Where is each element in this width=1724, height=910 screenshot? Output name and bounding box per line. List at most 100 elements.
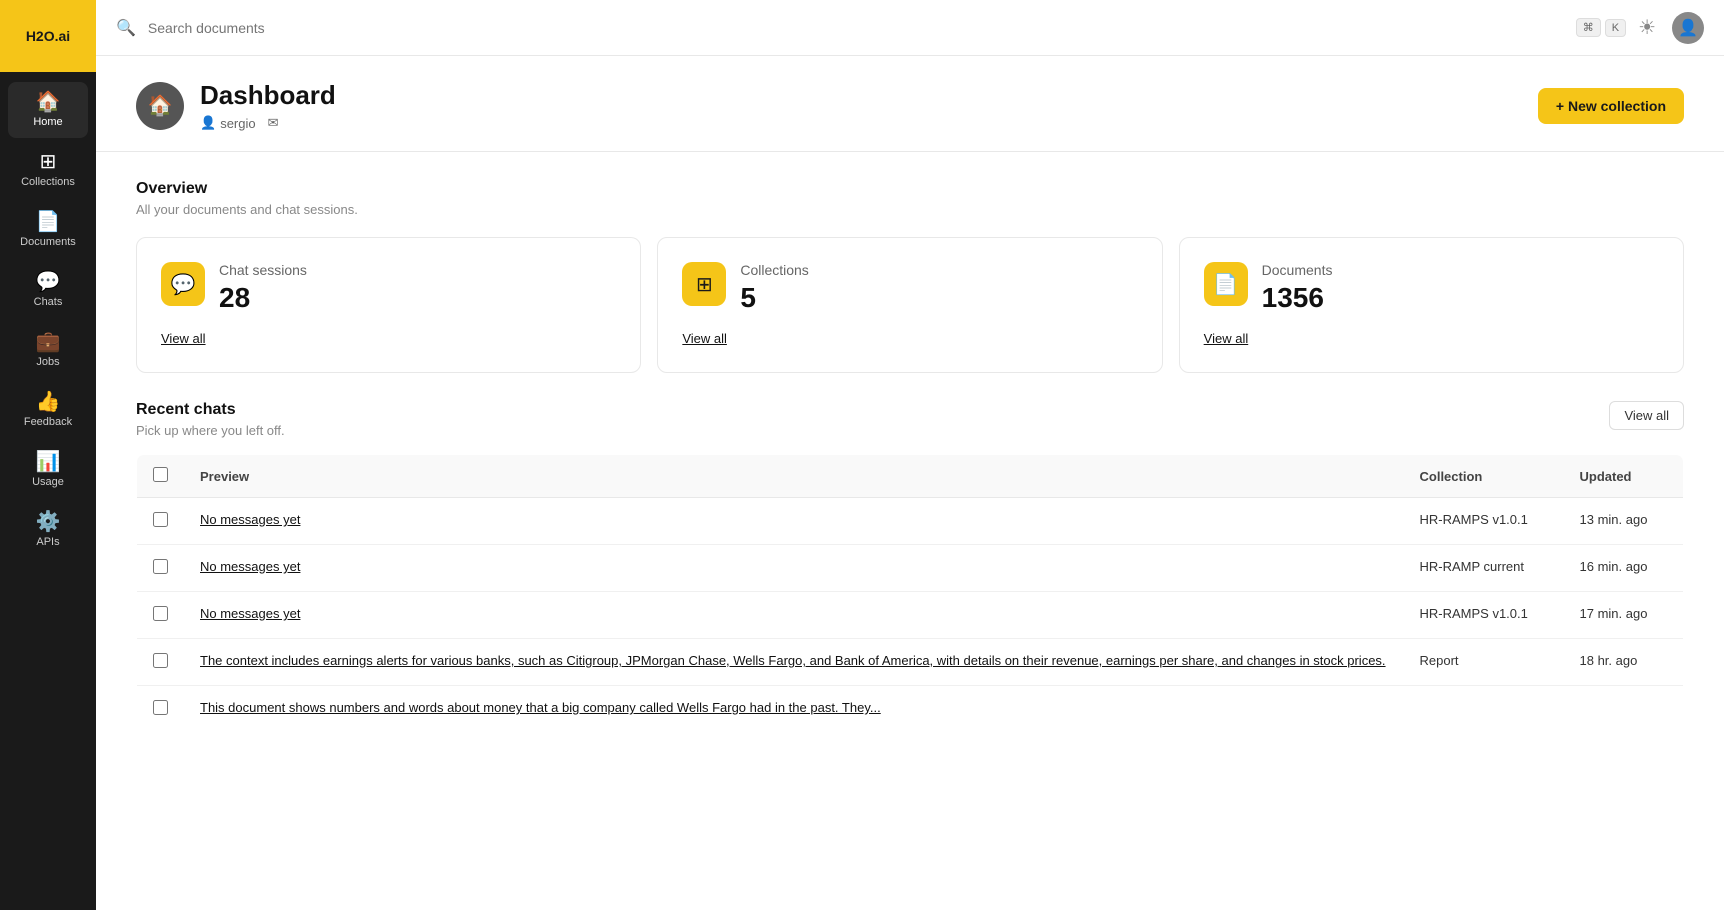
row-updated: 16 min. ago [1564, 545, 1684, 592]
chat-sessions-icon: 💬 [161, 262, 205, 306]
recent-chats-section: Recent chats Pick up where you left off.… [96, 401, 1724, 761]
recent-chats-view-all-button[interactable]: View all [1609, 401, 1684, 430]
email-icon: ✉ [268, 115, 279, 131]
preview-link[interactable]: No messages yet [200, 559, 300, 574]
recent-chats-title: Recent chats [136, 401, 285, 419]
th-preview: Preview [184, 455, 1404, 498]
home-icon: 🏠 [36, 92, 61, 112]
sidebar-item-feedback-label: Feedback [24, 416, 72, 428]
row-collection [1404, 686, 1564, 733]
recent-chats-header: Recent chats Pick up where you left off.… [136, 401, 1684, 438]
topbar: 🔍 ⌘ K ☀ 👤 [96, 0, 1724, 56]
main-content: 🔍 ⌘ K ☀ 👤 🏠 Dashboard 👤 s [96, 0, 1724, 910]
stat-card-chat-sessions: 💬 Chat sessions 28 View all [136, 237, 641, 373]
row-checkbox[interactable] [153, 606, 168, 621]
dashboard-title-wrap: 🏠 Dashboard 👤 sergio ✉ [136, 80, 336, 131]
stat-label-collections: Collections [740, 262, 808, 278]
preview-link[interactable]: The context includes earnings alerts for… [200, 653, 1386, 668]
user-icon: 👤 [200, 115, 216, 131]
stat-card-header-collections: ⊞ Collections 5 [682, 262, 1137, 314]
row-checkbox[interactable] [153, 512, 168, 527]
table-row: This document shows numbers and words ab… [137, 686, 1684, 733]
topbar-right: ☀ 👤 [1638, 12, 1704, 44]
dashboard-title: Dashboard [200, 80, 336, 111]
sidebar-item-chats[interactable]: 💬 Chats [8, 262, 88, 318]
preview-link[interactable]: This document shows numbers and words ab… [200, 700, 881, 715]
table-row: The context includes earnings alerts for… [137, 639, 1684, 686]
sidebar-item-chats-label: Chats [34, 296, 63, 308]
th-updated: Updated [1564, 455, 1684, 498]
search-icon: 🔍 [116, 18, 136, 38]
stat-label-chat: Chat sessions [219, 262, 307, 278]
sidebar-item-jobs[interactable]: 💼 Jobs [8, 322, 88, 378]
stat-card-collections: ⊞ Collections 5 View all [657, 237, 1162, 373]
collections-stat-icon: ⊞ [682, 262, 726, 306]
row-checkbox[interactable] [153, 700, 168, 715]
row-updated [1564, 686, 1684, 733]
table-header-row: Preview Collection Updated [137, 455, 1684, 498]
sidebar-logo[interactable]: H2O.ai [0, 0, 96, 72]
stat-card-header-documents: 📄 Documents 1356 [1204, 262, 1659, 314]
sidebar-item-usage[interactable]: 📊 Usage [8, 442, 88, 498]
dashboard-email[interactable]: ✉ [268, 115, 279, 131]
row-checkbox-cell [137, 498, 185, 545]
shortcut-key1: ⌘ [1576, 18, 1601, 37]
row-checkbox-cell [137, 686, 185, 733]
jobs-icon: 💼 [36, 332, 61, 352]
sidebar-item-documents[interactable]: 📄 Documents [8, 202, 88, 258]
row-collection: HR-RAMP current [1404, 545, 1564, 592]
shortcut-key2: K [1605, 19, 1626, 37]
preview-link[interactable]: No messages yet [200, 512, 300, 527]
recent-chats-subtitle: Pick up where you left off. [136, 423, 285, 438]
new-collection-button[interactable]: + New collection [1538, 88, 1684, 124]
view-all-chats-link[interactable]: View all [161, 331, 206, 346]
row-preview: The context includes earnings alerts for… [184, 639, 1404, 686]
sidebar-item-apis[interactable]: ⚙️ APIs [8, 502, 88, 558]
collections-icon: ⊞ [40, 152, 57, 172]
theme-toggle-icon[interactable]: ☀ [1638, 15, 1656, 40]
row-collection: HR-RAMPS v1.0.1 [1404, 592, 1564, 639]
table-row: No messages yet HR-RAMPS v1.0.1 13 min. … [137, 498, 1684, 545]
overview-section: Overview All your documents and chat ses… [96, 152, 1724, 401]
dashboard-header: 🏠 Dashboard 👤 sergio ✉ + New collection [96, 56, 1724, 152]
content-area: 🏠 Dashboard 👤 sergio ✉ + New collection [96, 56, 1724, 910]
row-updated: 17 min. ago [1564, 592, 1684, 639]
view-all-documents-link[interactable]: View all [1204, 331, 1249, 346]
avatar-icon: 👤 [1678, 18, 1698, 38]
table-row: No messages yet HR-RAMP current 16 min. … [137, 545, 1684, 592]
row-checkbox[interactable] [153, 653, 168, 668]
row-updated: 13 min. ago [1564, 498, 1684, 545]
select-all-checkbox[interactable] [153, 467, 168, 482]
stat-info-documents: Documents 1356 [1262, 262, 1333, 314]
logo-text: H2O.ai [26, 28, 70, 44]
dashboard-meta: 👤 sergio ✉ [200, 115, 336, 131]
th-checkbox [137, 455, 185, 498]
row-preview: No messages yet [184, 545, 1404, 592]
row-checkbox-cell [137, 639, 185, 686]
stat-value-collections: 5 [740, 282, 808, 314]
recent-chats-title-wrap: Recent chats Pick up where you left off. [136, 401, 285, 438]
view-all-collections-link[interactable]: View all [682, 331, 727, 346]
row-checkbox[interactable] [153, 559, 168, 574]
chats-icon: 💬 [36, 272, 61, 292]
stat-card-header-chat: 💬 Chat sessions 28 [161, 262, 616, 314]
sidebar-item-home[interactable]: 🏠 Home [8, 82, 88, 138]
dashboard-username: sergio [220, 116, 255, 131]
stat-info-chat: Chat sessions 28 [219, 262, 307, 314]
sidebar-item-home-label: Home [33, 116, 62, 128]
dashboard-info: Dashboard 👤 sergio ✉ [200, 80, 336, 131]
usage-icon: 📊 [36, 452, 61, 472]
search-input[interactable] [148, 20, 1564, 36]
sidebar-item-feedback[interactable]: 👍 Feedback [8, 382, 88, 438]
stat-card-documents: 📄 Documents 1356 View all [1179, 237, 1684, 373]
preview-link[interactable]: No messages yet [200, 606, 300, 621]
sidebar: H2O.ai 🏠 Home ⊞ Collections 📄 Documents … [0, 0, 96, 910]
row-checkbox-cell [137, 545, 185, 592]
sidebar-item-collections[interactable]: ⊞ Collections [8, 142, 88, 198]
sidebar-item-apis-label: APIs [36, 536, 59, 548]
documents-stat-icon: 📄 [1204, 262, 1248, 306]
row-preview: No messages yet [184, 592, 1404, 639]
stat-value-documents: 1356 [1262, 282, 1333, 314]
avatar[interactable]: 👤 [1672, 12, 1704, 44]
stat-info-collections: Collections 5 [740, 262, 808, 314]
